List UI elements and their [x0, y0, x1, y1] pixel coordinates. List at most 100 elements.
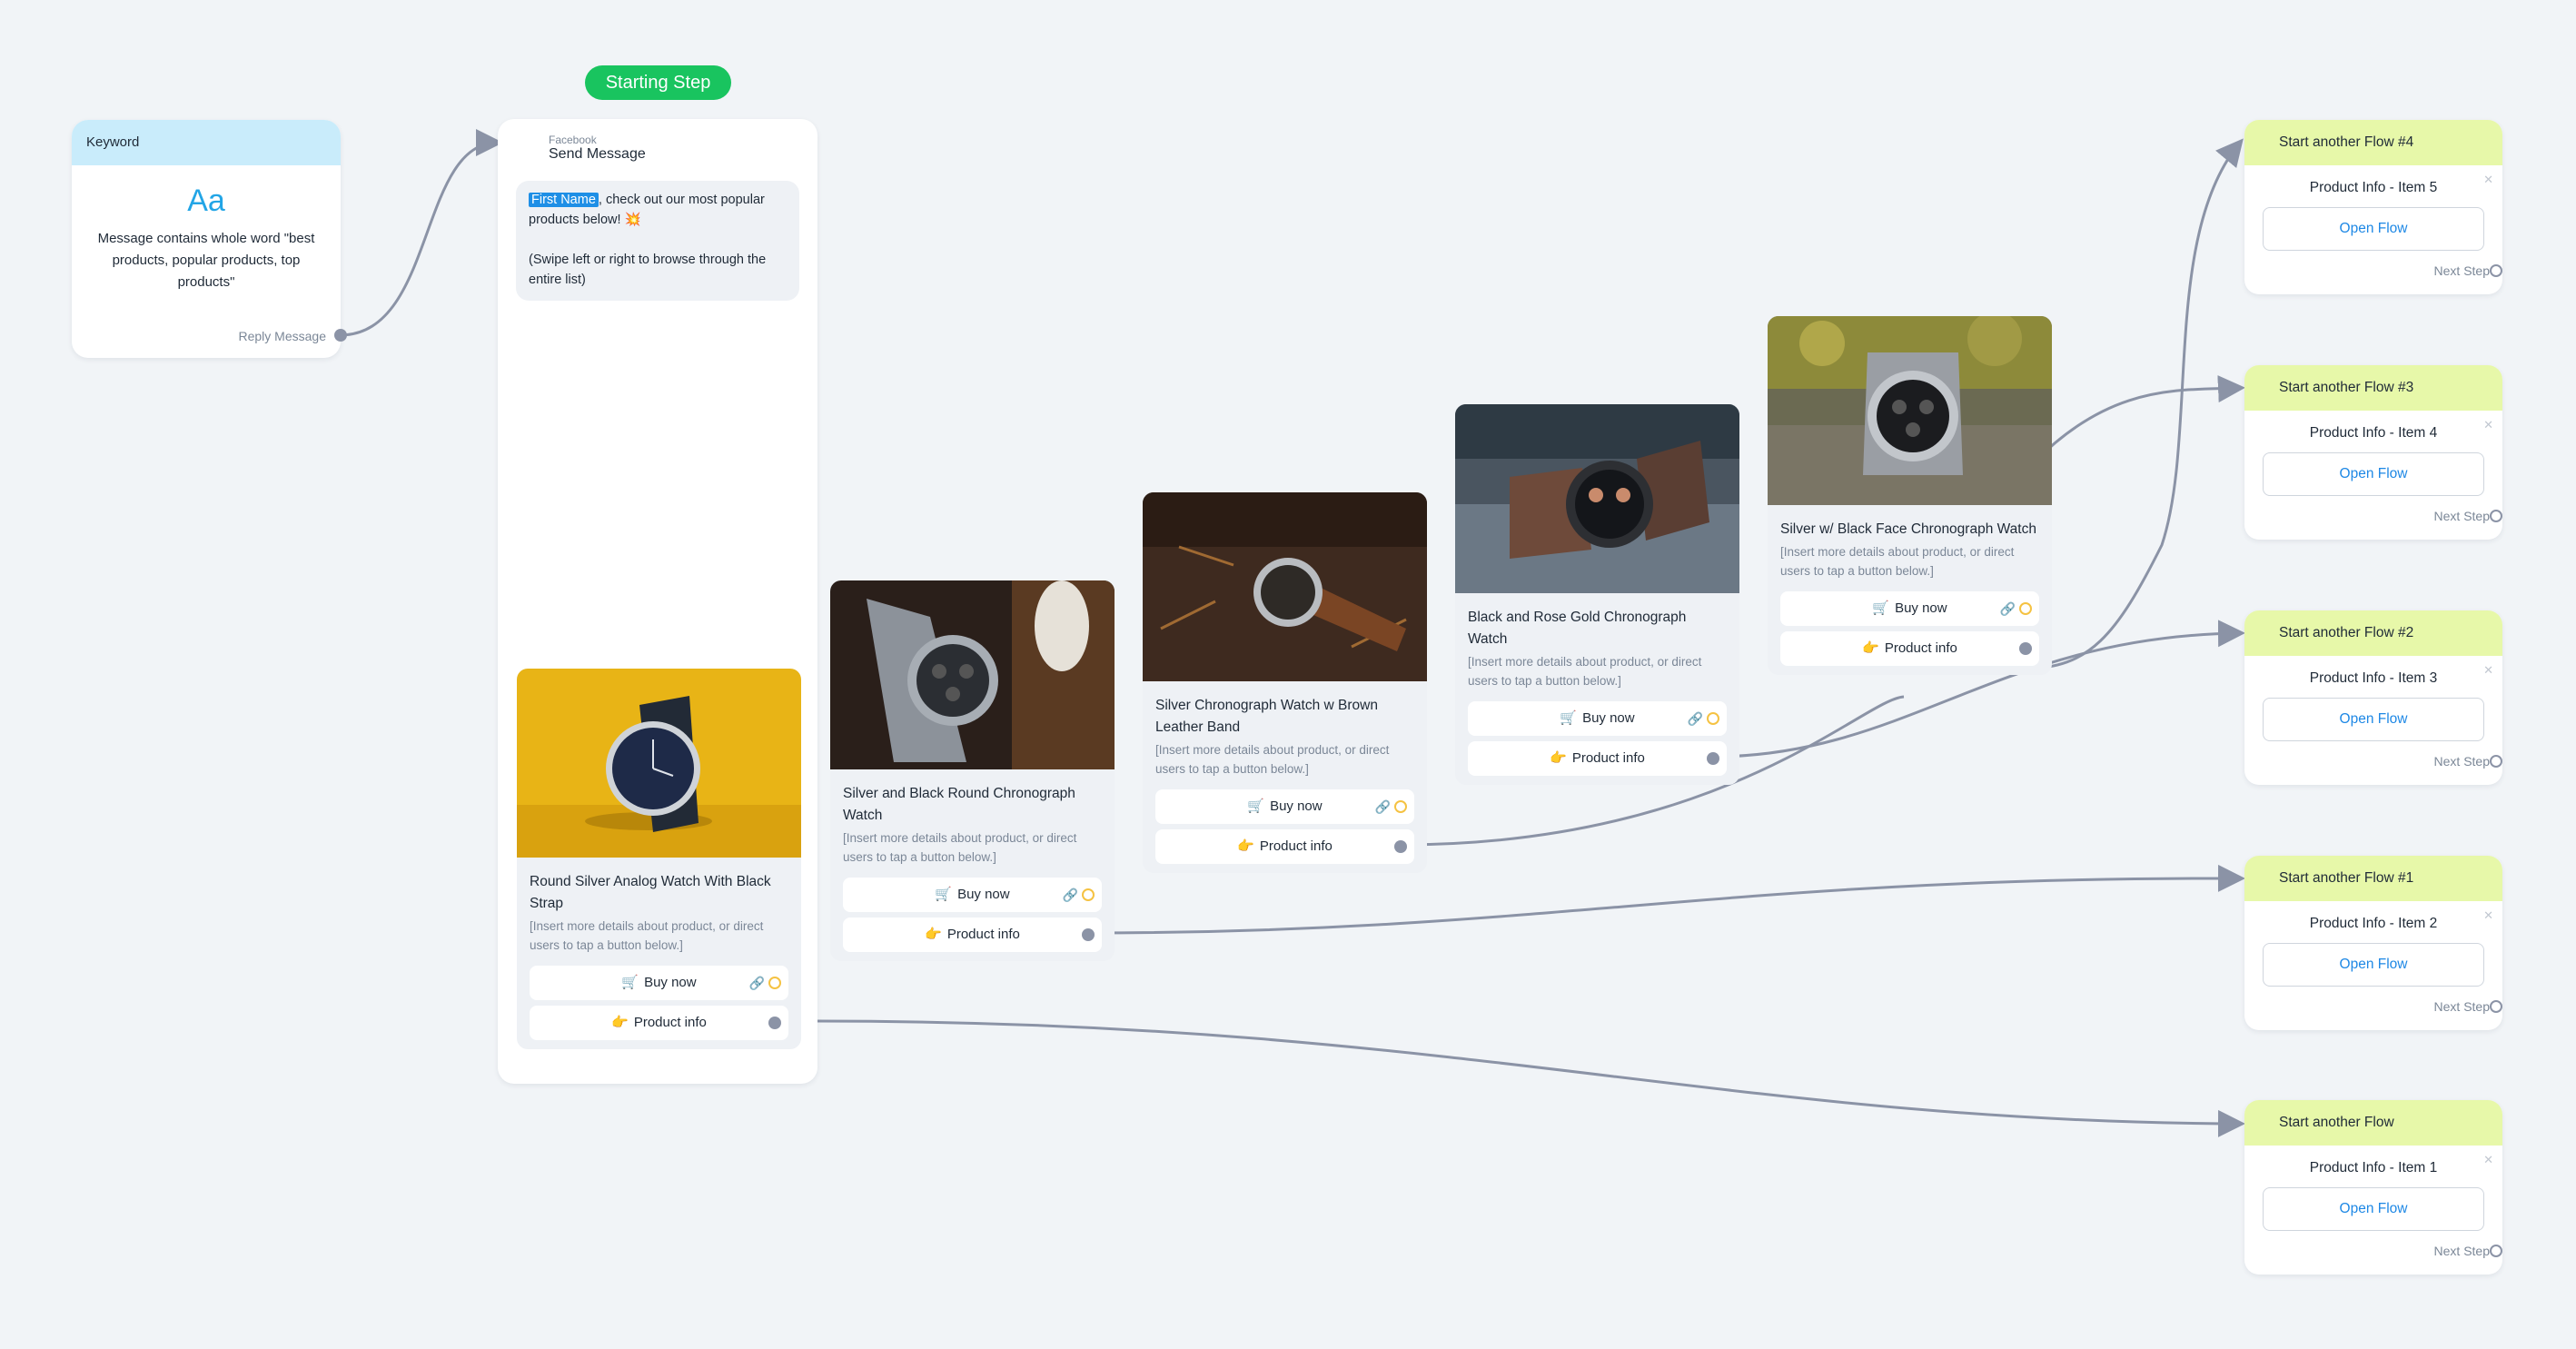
- cart-icon: 🛒: [1560, 710, 1578, 726]
- product-title-4: Black and Rose Gold Chronograph Watch: [1468, 610, 1687, 647]
- close-icon[interactable]: ✕: [2483, 418, 2493, 432]
- connector-item5-to-flow4: [2024, 138, 2244, 670]
- cart-icon: 🛒: [621, 975, 639, 990]
- product-info-connector-dot[interactable]: [768, 1017, 781, 1029]
- product-info-button-2[interactable]: 👉 Product info: [843, 918, 1102, 952]
- open-flow-button[interactable]: Open Flow: [2263, 452, 2484, 496]
- open-flow-button[interactable]: Open Flow: [2263, 943, 2484, 987]
- link-icon: 🔗: [748, 976, 765, 990]
- product-image-1: [517, 669, 801, 858]
- open-flow-button[interactable]: Open Flow: [2263, 1187, 2484, 1231]
- buy-now-button-5[interactable]: 🛒 Buy now 🔗: [1780, 591, 2039, 626]
- product-card-5[interactable]: Silver w/ Black Face Chronograph Watch […: [1768, 316, 2052, 675]
- keyword-description: Message contains whole word "best produc…: [97, 231, 315, 290]
- product-card-2[interactable]: Silver and Black Round Chronograph Watch…: [830, 580, 1115, 961]
- buy-now-button-1[interactable]: 🛒 Buy now 🔗: [530, 966, 788, 1000]
- flow-header: Start another Flow #3: [2244, 365, 2502, 411]
- link-icon: 🔗: [1374, 799, 1391, 814]
- product-image-5: [1768, 316, 2052, 505]
- product-info-connector-dot[interactable]: [1082, 928, 1095, 941]
- next-step-label: Next Step: [2433, 999, 2490, 1014]
- buy-now-button-3[interactable]: 🛒 Buy now 🔗: [1155, 789, 1414, 824]
- flow-header: Start another Flow: [2244, 1100, 2502, 1146]
- next-step-connector-dot[interactable]: [2490, 1245, 2502, 1257]
- flow-header: Start another Flow #2: [2244, 610, 2502, 656]
- flow-item-label: Product Info - Item 3: [2309, 670, 2438, 686]
- buy-now-connector-dot[interactable]: [2019, 602, 2032, 615]
- buy-now-connector-dot[interactable]: [1707, 712, 1719, 725]
- next-step-label: Next Step: [2433, 1244, 2490, 1258]
- buy-now-button-2[interactable]: 🛒 Buy now 🔗: [843, 878, 1102, 912]
- channel-label: Facebook: [549, 134, 597, 146]
- close-icon[interactable]: ✕: [2483, 1153, 2493, 1167]
- flow-item-label: Product Info - Item 2: [2309, 916, 2438, 931]
- flow-item-label: Product Info - Item 1: [2309, 1160, 2438, 1175]
- buy-now-connector-dot[interactable]: [1082, 888, 1095, 901]
- product-desc-5: [Insert more details about product, or d…: [1780, 545, 2015, 578]
- flow-item-label: Product Info - Item 4: [2309, 425, 2438, 441]
- start-flow-card-3[interactable]: Start another Flow #3 ✕ Product Info - I…: [2244, 365, 2502, 540]
- start-flow-card-0[interactable]: Start another Flow ✕ Product Info - Item…: [2244, 1100, 2502, 1275]
- open-flow-button[interactable]: Open Flow: [2263, 698, 2484, 741]
- product-image-4: [1455, 404, 1739, 593]
- close-icon[interactable]: ✕: [2483, 908, 2493, 923]
- keyword-header: Keyword: [72, 120, 341, 165]
- next-step-connector-dot[interactable]: [2490, 264, 2502, 277]
- product-title-5: Silver w/ Black Face Chronograph Watch: [1780, 521, 2036, 537]
- buy-now-connector-dot[interactable]: [768, 977, 781, 989]
- product-desc-3: [Insert more details about product, or d…: [1155, 743, 1390, 776]
- product-title-3: Silver Chronograph Watch w Brown Leather…: [1155, 698, 1378, 735]
- next-step-connector-dot[interactable]: [2490, 1000, 2502, 1013]
- buy-now-button-4[interactable]: 🛒 Buy now 🔗: [1468, 701, 1727, 736]
- start-flow-card-4[interactable]: Start another Flow #4 ✕ Product Info - I…: [2244, 120, 2502, 294]
- link-icon: 🔗: [1687, 711, 1703, 726]
- product-desc-4: [Insert more details about product, or d…: [1468, 655, 1702, 688]
- link-icon: 🔗: [1062, 888, 1078, 902]
- connector-item2-to-flow1: [1086, 864, 2245, 935]
- product-card-3[interactable]: Silver Chronograph Watch w Brown Leather…: [1143, 492, 1427, 873]
- start-flow-card-2[interactable]: Start another Flow #2 ✕ Product Info - I…: [2244, 610, 2502, 785]
- flow-header: Start another Flow #1: [2244, 856, 2502, 901]
- product-info-connector-dot[interactable]: [2019, 642, 2032, 655]
- starting-step-badge: Starting Step: [585, 65, 731, 100]
- send-message-title: Send Message: [549, 146, 646, 162]
- pointing-hand-icon: 👉: [1550, 750, 1567, 766]
- reply-message-label: Reply Message: [238, 329, 327, 343]
- product-info-button-1[interactable]: 👉 Product info: [530, 1006, 788, 1040]
- close-icon[interactable]: ✕: [2483, 663, 2493, 678]
- product-info-button-4[interactable]: 👉 Product info: [1468, 741, 1727, 776]
- product-info-button-3[interactable]: 👉 Product info: [1155, 829, 1414, 864]
- open-flow-button[interactable]: Open Flow: [2263, 207, 2484, 251]
- close-icon[interactable]: ✕: [2483, 173, 2493, 187]
- flow-item-label: Product Info - Item 5: [2309, 180, 2438, 195]
- first-name-chip: First Name: [529, 193, 599, 207]
- keyword-trigger-card[interactable]: Keyword Aa Message contains whole word "…: [72, 120, 347, 358]
- product-image-3: [1143, 492, 1427, 681]
- link-icon: 🔗: [1999, 601, 2016, 616]
- start-flow-card-1[interactable]: Start another Flow #1 ✕ Product Info - I…: [2244, 856, 2502, 1030]
- swipe-text: (Swipe left or right to browse through t…: [529, 253, 767, 287]
- cart-icon: 🛒: [935, 887, 953, 902]
- product-card-1[interactable]: Round Silver Analog Watch With Black Str…: [517, 669, 801, 1049]
- cart-icon: 🛒: [1247, 798, 1265, 814]
- next-step-connector-dot[interactable]: [2490, 755, 2502, 768]
- text-icon: Aa: [187, 184, 225, 218]
- next-step-label: Next Step: [2433, 509, 2490, 523]
- pointing-hand-icon: 👉: [925, 927, 942, 942]
- buy-now-connector-dot[interactable]: [1394, 800, 1407, 813]
- pointing-hand-icon: 👉: [611, 1015, 629, 1030]
- product-info-connector-dot[interactable]: [1394, 840, 1407, 853]
- product-image-2: [830, 580, 1115, 769]
- connector-item5-to-flow3: [2023, 375, 2245, 474]
- product-info-connector-dot[interactable]: [1707, 752, 1719, 765]
- pointing-hand-icon: 👉: [1237, 838, 1254, 854]
- product-title-2: Silver and Black Round Chronograph Watch: [843, 786, 1075, 823]
- product-card-4[interactable]: Black and Rose Gold Chronograph Watch [I…: [1455, 404, 1739, 785]
- product-info-button-5[interactable]: 👉 Product info: [1780, 631, 2039, 666]
- message-text-bubble[interactable]: First Name, check out our most popular p…: [516, 181, 799, 301]
- cart-icon: 🛒: [1872, 600, 1890, 616]
- next-step-connector-dot[interactable]: [2490, 510, 2502, 522]
- product-title-1: Round Silver Analog Watch With Black Str…: [530, 874, 771, 911]
- reply-message-connector-dot[interactable]: [334, 329, 347, 342]
- connector-item1-to-flow: [817, 1019, 2245, 1137]
